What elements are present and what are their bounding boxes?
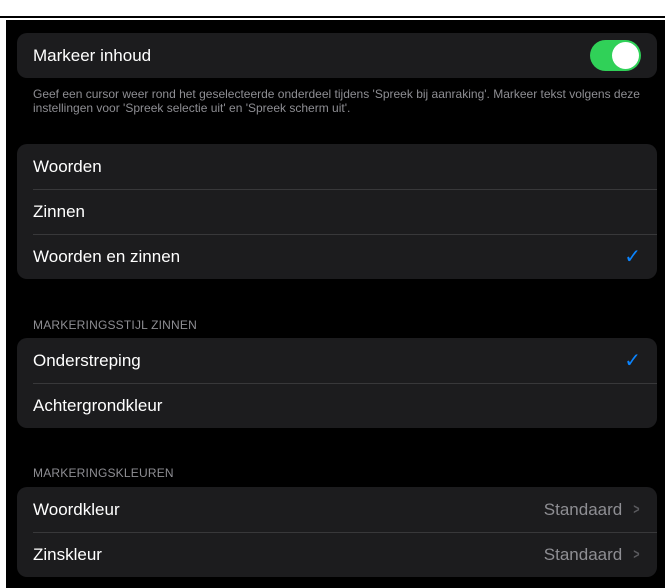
highlight-content-toggle[interactable] [590,40,641,71]
sentence-color-value: Standaard [543,544,623,564]
highlight-colors-group: Woordkleur Standaard > Zinskleur Standaa… [17,487,657,577]
highlight-content-label: Markeer inhoud [33,45,152,65]
option-words-and-sentences-label: Woorden en zinnen [33,246,181,266]
checkmark-icon: ✓ [624,245,641,268]
highlight-colors-header: MARKERINGSKLEUREN [33,466,174,480]
highlight-content-footer: Geef een cursor weer rond het geselectee… [33,87,640,115]
option-underline[interactable]: Onderstreping ✓ [17,338,657,383]
sentence-style-group: Onderstreping ✓ Achtergrondkleur [17,338,657,428]
option-words-and-sentences[interactable]: Woorden en zinnen ✓ [17,234,657,279]
sentence-color-row[interactable]: Zinskleur Standaard > [17,532,657,577]
option-words[interactable]: Woorden [17,144,657,189]
top-border [0,0,665,18]
chevron-right-icon: > [633,501,640,518]
option-sentences[interactable]: Zinnen [17,189,657,234]
checkmark-icon: ✓ [624,349,641,372]
settings-screen: Markeer inhoud Geef een cursor weer rond… [6,20,665,588]
word-color-value: Standaard [543,499,623,519]
option-underline-label: Onderstreping [33,350,141,370]
word-color-label: Woordkleur [33,499,120,519]
highlight-content-group: Markeer inhoud [17,33,657,78]
toggle-knob [612,42,639,69]
highlight-content-row: Markeer inhoud [17,33,657,78]
option-sentences-label: Zinnen [33,201,85,221]
option-background-color-label: Achtergrondkleur [33,395,163,415]
option-words-label: Woorden [33,156,102,176]
option-background-color[interactable]: Achtergrondkleur [17,383,657,428]
highlight-mode-group: Woorden Zinnen Woorden en zinnen ✓ [17,144,657,279]
sentence-style-header: MARKERINGSSTIJL ZINNEN [33,318,197,332]
sentence-color-label: Zinskleur [33,544,102,564]
word-color-row[interactable]: Woordkleur Standaard > [17,487,657,532]
chevron-right-icon: > [633,546,640,563]
